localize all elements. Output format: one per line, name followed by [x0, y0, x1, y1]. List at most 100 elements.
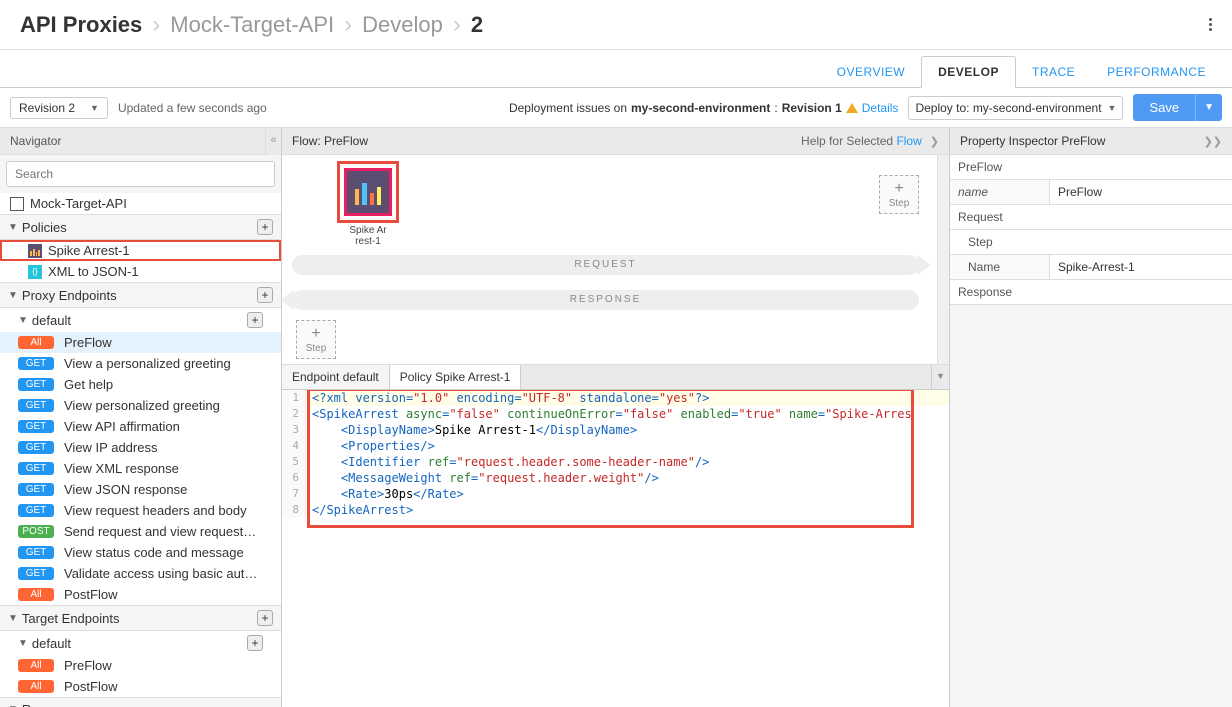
code-tabs: Endpoint default Policy Spike Arrest-1 ▼ [282, 365, 949, 390]
arrow-right-icon [917, 255, 931, 275]
prop-step-name-value[interactable]: Spike-Arrest-1 [1050, 255, 1232, 279]
kebab-menu-icon[interactable] [1209, 18, 1212, 31]
tree-root[interactable]: Mock-Target-API [0, 193, 281, 214]
method-badge: GET [18, 441, 54, 454]
tab-trace[interactable]: TRACE [1016, 57, 1091, 87]
spike-arrest-icon [28, 244, 42, 258]
prop-section-request: Request [950, 205, 1232, 230]
code-tab-policy[interactable]: Policy Spike Arrest-1 [390, 365, 522, 389]
prop-section-response: Response [950, 280, 1232, 305]
flow-item[interactable]: POST Send request and view request… [0, 521, 281, 542]
warning-icon [846, 103, 858, 113]
expand-prop-icon[interactable]: ❯❯ [1204, 135, 1222, 148]
toolbar: Revision 2▼ Updated a few seconds ago De… [0, 88, 1232, 128]
scrollbar[interactable] [937, 155, 949, 364]
flow-item[interactable]: GET Get help [0, 374, 281, 395]
updated-label: Updated a few seconds ago [118, 101, 267, 115]
flow-label: Send request and view request… [64, 524, 256, 539]
flow-item[interactable]: GETView a personalized greeting [0, 353, 281, 374]
flow-item[interactable]: GETView API affirmation [0, 416, 281, 437]
tab-overview[interactable]: OVERVIEW [821, 57, 921, 87]
save-dropdown-button[interactable]: ▼ [1195, 94, 1222, 121]
collapse-flow-icon[interactable]: ❯ [930, 135, 939, 148]
method-badge: GET [18, 399, 54, 412]
code-tabs-dropdown[interactable]: ▼ [931, 365, 949, 389]
flow-item[interactable]: AllPreFlow [0, 655, 281, 676]
add-target-flow-button[interactable]: + [247, 635, 263, 651]
flow-label: View JSON response [64, 482, 187, 497]
breadcrumb-revision: 2 [471, 12, 483, 38]
section-proxy-endpoints[interactable]: ▼Proxy Endpoints+ [0, 282, 281, 308]
flow-step-spike-arrest[interactable]: Spike Ar rest-1 [337, 161, 399, 247]
flow-label: PreFlow [64, 335, 112, 350]
tab-develop[interactable]: DEVELOP [921, 56, 1016, 88]
code-tab-endpoint[interactable]: Endpoint default [282, 365, 390, 389]
code-editor[interactable]: 1<?xml version="1.0" encoding="UTF-8" st… [282, 390, 949, 707]
flow-label: Get help [64, 377, 113, 392]
add-policy-button[interactable]: + [257, 219, 273, 235]
deploy-to-select[interactable]: Deploy to: my-second-environment ▼ [908, 96, 1123, 120]
add-response-step-button[interactable]: +Step [296, 320, 336, 359]
details-link[interactable]: Details [862, 101, 899, 115]
flow-label: View request headers and body [64, 503, 247, 518]
flow-canvas: Spike Ar rest-1 +Step REQUEST RESPONSE +… [282, 155, 949, 365]
search-input[interactable] [6, 161, 275, 187]
flow-item[interactable]: GET View request headers and body [0, 500, 281, 521]
flow-item[interactable]: GET View status code and message [0, 542, 281, 563]
xml-json-icon: {} [28, 265, 42, 279]
section-resources[interactable]: ▼Resources [0, 697, 281, 707]
flow-label: View status code and message [64, 545, 244, 560]
collapse-nav-icon[interactable]: « [265, 128, 281, 155]
property-inspector-title: Property Inspector PreFlow [960, 134, 1105, 148]
breadcrumb-root[interactable]: API Proxies [20, 12, 142, 38]
method-badge: GET [18, 546, 54, 559]
flow-header: Flow: PreFlow Help for Selected Flow ❯ [282, 128, 949, 155]
method-badge: GET [18, 504, 54, 517]
flow-item[interactable]: GETView personalized greeting [0, 395, 281, 416]
flow-item[interactable]: All PreFlow [0, 332, 281, 353]
method-badge: POST [18, 525, 54, 538]
breadcrumb-develop[interactable]: Develop [362, 12, 443, 38]
navigator-title: Navigator [0, 128, 265, 155]
add-target-endpoint-button[interactable]: + [257, 610, 273, 626]
revision-select[interactable]: Revision 2▼ [10, 97, 108, 119]
section-target-endpoints[interactable]: ▼Target Endpoints+ [0, 605, 281, 631]
chevron-down-icon: ▼ [1108, 103, 1117, 113]
breadcrumb-proxy[interactable]: Mock-Target-API [170, 12, 334, 38]
tab-performance[interactable]: PERFORMANCE [1091, 57, 1222, 87]
flow-item[interactable]: GET View XML response [0, 458, 281, 479]
flow-item[interactable]: GET View IP address [0, 437, 281, 458]
flow-label: View API affirmation [64, 419, 180, 434]
flow-item[interactable]: AllPostFlow [0, 584, 281, 605]
main-tabs: OVERVIEW DEVELOP TRACE PERFORMANCE [0, 50, 1232, 88]
prop-section-preflow: PreFlow [950, 155, 1232, 180]
method-badge: GET [18, 462, 54, 475]
flow-item[interactable]: AllPostFlow [0, 676, 281, 697]
help-flow-link[interactable]: Flow [896, 134, 921, 148]
policy-xml-to-json[interactable]: {}XML to JSON-1 [0, 261, 281, 282]
add-request-step-button[interactable]: +Step [879, 175, 919, 214]
flow-label: View XML response [64, 461, 179, 476]
spike-arrest-icon [344, 168, 392, 216]
flow-label: PostFlow [64, 587, 117, 602]
breadcrumb: API Proxies › Mock-Target-API › Develop … [20, 11, 483, 39]
request-pipe: REQUEST [292, 255, 919, 275]
policy-spike-arrest[interactable]: Spike Arrest-1 [0, 240, 281, 261]
top-bar: API Proxies › Mock-Target-API › Develop … [0, 0, 1232, 50]
flow-item[interactable]: GET View JSON response [0, 479, 281, 500]
flow-label: View IP address [64, 440, 157, 455]
add-proxy-endpoint-button[interactable]: + [257, 287, 273, 303]
chevron-down-icon: ▼ [90, 103, 99, 113]
flow-item[interactable]: GETValidate access using basic aut… [0, 563, 281, 584]
add-flow-button[interactable]: + [247, 312, 263, 328]
method-badge: GET [18, 483, 54, 496]
prop-name-value[interactable]: PreFlow [1050, 180, 1232, 204]
proxy-endpoint-default[interactable]: ▼default+ [0, 308, 281, 332]
prop-section-step: Step [950, 230, 1232, 255]
section-policies[interactable]: ▼Policies+ [0, 214, 281, 240]
save-button[interactable]: Save [1133, 94, 1195, 121]
method-badge: GET [18, 357, 54, 370]
method-badge: All [18, 336, 54, 349]
method-badge: GET [18, 378, 54, 391]
target-endpoint-default[interactable]: ▼default+ [0, 631, 281, 655]
